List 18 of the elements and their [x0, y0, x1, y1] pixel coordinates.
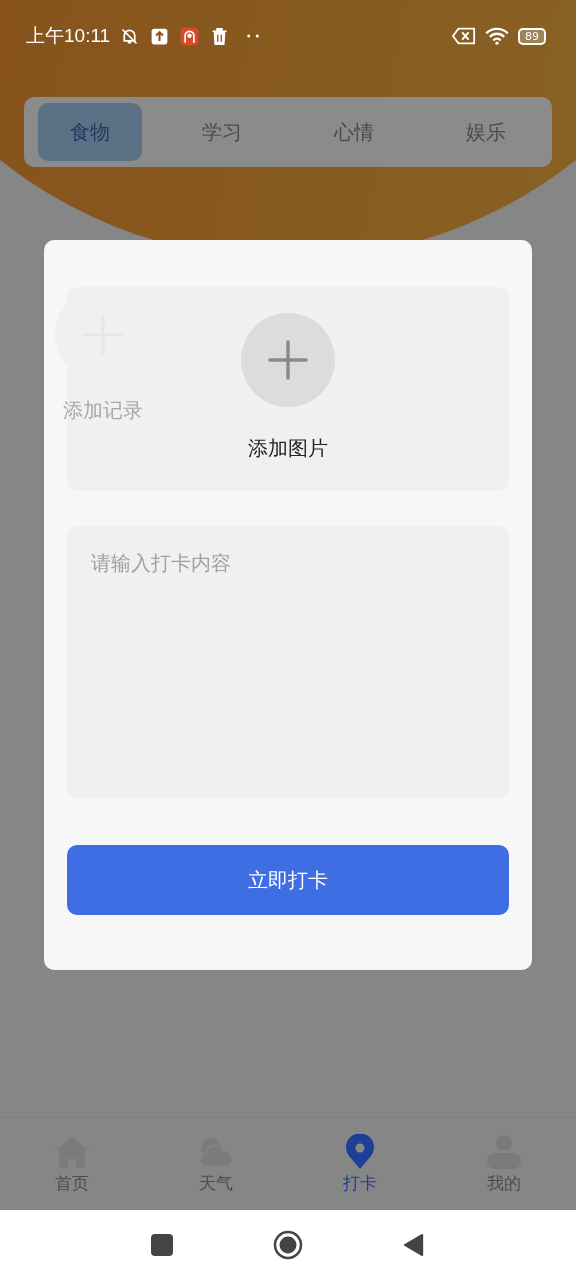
- recent-apps-icon[interactable]: [151, 1234, 173, 1256]
- add-image-label: 添加图片: [248, 435, 328, 462]
- back-icon[interactable]: [403, 1234, 425, 1256]
- wifi-icon: [485, 27, 509, 45]
- nav-item[interactable]: 天气: [144, 1118, 288, 1210]
- nav-item[interactable]: 打卡: [288, 1118, 432, 1210]
- tab[interactable]: 娱乐: [434, 103, 538, 161]
- submit-button[interactable]: 立即打卡: [67, 845, 509, 915]
- tab[interactable]: 学习: [170, 103, 274, 161]
- tab[interactable]: 食物: [38, 103, 142, 161]
- sim-error-icon: [452, 27, 476, 45]
- clock-time: 上午10:11: [26, 24, 111, 48]
- home-icon[interactable]: [273, 1230, 303, 1260]
- nav-item[interactable]: 我的: [432, 1118, 576, 1210]
- more-icon: [247, 34, 260, 38]
- tab[interactable]: 心情: [302, 103, 406, 161]
- nav-item[interactable]: 首页: [0, 1118, 144, 1210]
- content-field[interactable]: 请输入打卡内容: [67, 526, 509, 798]
